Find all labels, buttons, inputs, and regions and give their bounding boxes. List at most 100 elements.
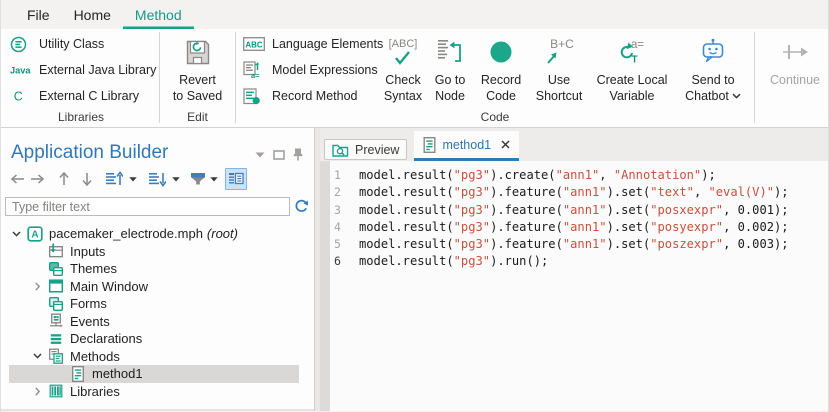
tree-item-methods[interactable]: Methods — [9, 348, 299, 366]
record-method-button[interactable]: Record Method — [239, 83, 379, 109]
panel-pin-icon[interactable] — [293, 148, 303, 161]
tree-item-label: Inputs — [70, 244, 105, 259]
code-lines[interactable]: model.result("pg3").create("ann1", "Anno… — [352, 161, 789, 411]
method-icon — [70, 366, 86, 382]
tab-close-icon[interactable] — [501, 140, 510, 149]
panel-float-icon[interactable] — [273, 150, 285, 160]
move-down-button[interactable] — [77, 169, 97, 189]
c-icon: C — [10, 87, 34, 105]
code-margin — [320, 161, 330, 411]
go-to-node-button[interactable]: Go to Node — [427, 34, 473, 104]
chevron-right-icon[interactable] — [33, 387, 42, 396]
tree-item-suffix: (root) — [207, 226, 238, 241]
continue-button[interactable]: Continue — [762, 34, 828, 89]
java-icon: Java — [10, 61, 34, 79]
panel-menu-chevron-icon[interactable] — [255, 152, 265, 158]
language-elements-label: Language Elements — [272, 37, 383, 51]
code-line[interactable]: model.result("pg3").create("ann1", "Anno… — [359, 167, 789, 184]
utility-class-icon — [10, 35, 34, 53]
chevron-down-icon[interactable] — [33, 353, 42, 359]
sidebar-bottom-strip — [1, 409, 314, 411]
tree-item-main-window[interactable]: Main Window — [9, 278, 299, 296]
tree-item-forms[interactable]: Forms — [9, 295, 299, 313]
tree-item-label: Main Window — [70, 279, 148, 294]
ribbon-group-code: ABC Language Elements — [239, 29, 751, 127]
expand-list-icon[interactable] — [103, 169, 125, 189]
model-expressions-button[interactable]: a= Model Expressions — [239, 57, 379, 83]
tab-preview[interactable]: Preview — [324, 139, 407, 160]
expand-list-dropdown-icon[interactable] — [125, 169, 140, 189]
external-c-library-button[interactable]: C External C Library — [6, 83, 156, 109]
ribbon-separator — [159, 32, 160, 123]
move-up-button[interactable] — [54, 169, 74, 189]
ribbon-group-label-edit: Edit — [163, 110, 232, 124]
menu-tab-file[interactable]: File — [15, 0, 62, 29]
language-elements-button[interactable]: ABC Language Elements — [239, 31, 379, 57]
ribbon-group-label-code: Code — [239, 110, 751, 124]
editor-tab-strip: Preview method1 — [320, 128, 828, 161]
external-java-library-button[interactable]: Java External Java Library — [6, 57, 156, 83]
forms-icon — [48, 296, 64, 312]
forward-button[interactable] — [27, 169, 46, 189]
refresh-icon[interactable] — [293, 197, 310, 216]
check-syntax-label: Check Syntax — [379, 73, 427, 104]
ribbon-separator — [235, 32, 236, 123]
revert-to-saved-button[interactable]: Revert to Saved — [166, 34, 230, 104]
menu-tab-home[interactable]: Home — [62, 0, 123, 29]
svg-text:A: A — [31, 229, 38, 240]
show-program-tree-toggle[interactable] — [225, 168, 247, 190]
chevron-right-icon[interactable] — [33, 282, 42, 291]
external-java-library-label: External Java Library — [39, 63, 156, 77]
tree-item-libraries[interactable]: Libraries — [9, 383, 299, 401]
tree-item-method1[interactable]: method1 — [9, 365, 299, 383]
send-to-chatbot-button[interactable]: Send to Chatbot — [675, 34, 751, 104]
code-line[interactable]: model.result("pg3").feature("ann1").set(… — [359, 184, 789, 201]
menu-tab-method[interactable]: Method — [123, 0, 194, 29]
code-line[interactable]: model.result("pg3").feature("ann1").set(… — [359, 202, 789, 219]
tree-item-label: Forms — [70, 296, 107, 311]
tree-item-declarations[interactable]: Declarations — [9, 330, 299, 348]
model-expressions-icon: a= — [243, 61, 267, 79]
code-line[interactable]: model.result("pg3").run(); — [359, 253, 789, 270]
tab-method1[interactable]: method1 — [414, 131, 519, 161]
utility-class-button[interactable]: Utility Class — [6, 31, 156, 57]
tree-item-events[interactable]: Events — [9, 313, 299, 331]
main-area: Application Builder — [1, 128, 828, 411]
tree-item-label: Themes — [70, 261, 117, 276]
create-local-variable-button[interactable]: a= T Create Local Variable — [589, 34, 675, 104]
tree-item-label: method1 — [92, 366, 143, 381]
code-line[interactable]: model.result("pg3").feature("ann1").set(… — [359, 236, 789, 253]
root-model-icon: A — [27, 226, 43, 242]
ribbon-group-edit: Revert to Saved Edit — [163, 29, 232, 127]
application-builder-panel: Application Builder — [1, 128, 315, 411]
filter-dropdown-icon[interactable] — [207, 169, 220, 189]
tree-item-label: Libraries — [70, 384, 120, 399]
svg-text:C: C — [14, 90, 23, 104]
line-number: 1 — [334, 167, 352, 184]
back-button[interactable] — [8, 169, 27, 189]
check-syntax-button[interactable]: [ABC] Check Syntax — [379, 34, 427, 104]
collapse-list-dropdown-icon[interactable] — [168, 169, 183, 189]
code-editor[interactable]: 123456 model.result("pg3").create("ann1"… — [320, 161, 828, 411]
record-code-label: Record Code — [473, 73, 529, 104]
record-code-button[interactable]: Record Code — [473, 34, 529, 104]
send-to-chatbot-icon — [698, 34, 728, 70]
use-shortcut-button[interactable]: B+C Use Shortcut — [529, 34, 589, 104]
code-line[interactable]: model.result("pg3").feature("ann1").set(… — [359, 219, 789, 236]
methods-icon — [48, 348, 64, 364]
tree-item-root[interactable]: A pacemaker_electrode.mph (root) — [9, 225, 299, 243]
external-c-library-label: External C Library — [39, 89, 139, 103]
line-number: 4 — [334, 219, 352, 236]
filter-funnel-icon[interactable] — [189, 169, 207, 189]
ribbon: Utility Class Java External Java Library… — [1, 29, 828, 128]
svg-text:B+C: B+C — [550, 37, 574, 51]
create-local-variable-icon: a= T — [614, 34, 650, 70]
send-to-chatbot-label: Send to Chatbot — [675, 73, 751, 104]
tree-item-inputs[interactable]: Inputs — [9, 243, 299, 261]
collapse-list-icon[interactable] — [146, 169, 168, 189]
chevron-down-icon[interactable] — [12, 231, 21, 237]
application-tree: A pacemaker_electrode.mph (root) — [1, 225, 314, 400]
menu-bar: File Home Method — [1, 0, 828, 29]
filter-input[interactable] — [5, 197, 290, 216]
tree-item-themes[interactable]: Themes — [9, 260, 299, 278]
